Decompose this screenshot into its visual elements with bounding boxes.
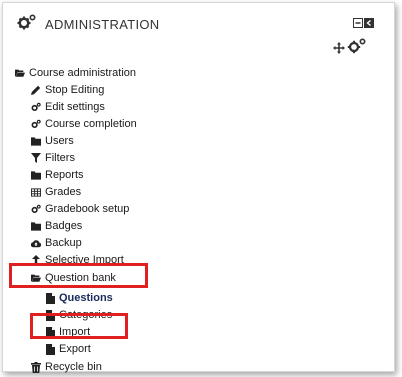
tree-item-course-completion[interactable]: Course completion — [31, 116, 137, 132]
pencil-icon — [31, 85, 41, 95]
tree-item-label: Badges — [45, 220, 83, 232]
tree-item-export[interactable]: Export — [45, 341, 91, 357]
file-icon — [45, 292, 55, 304]
settings-gears-icon[interactable] — [347, 37, 367, 60]
tree-item-label: Course administration — [29, 67, 136, 79]
tree-item-grades[interactable]: Grades — [31, 184, 81, 200]
tree-item-label: Users — [45, 135, 74, 147]
cloud-upload-icon — [31, 238, 41, 248]
folder-icon — [31, 136, 41, 146]
tree-item-course-administration[interactable]: Course administration — [15, 65, 136, 81]
folder-icon — [31, 170, 41, 180]
tree-item-edit-settings[interactable]: Edit settings — [31, 99, 105, 115]
tree-item-backup[interactable]: Backup — [31, 235, 82, 251]
gears-icon — [31, 119, 41, 129]
tree-item-gradebook-setup[interactable]: Gradebook setup — [31, 201, 129, 217]
highlight-question-bank — [9, 263, 148, 288]
tree-item-label: Course completion — [45, 118, 137, 130]
tree-item-label: Grades — [45, 186, 82, 198]
tree-item-questions[interactable]: Questions — [45, 290, 113, 306]
tree-item-stop-editing[interactable]: Stop Editing — [31, 82, 104, 98]
folder-open-icon — [15, 68, 25, 78]
table-icon — [31, 187, 41, 197]
dock-icon[interactable] — [353, 17, 375, 35]
tree-item-filters[interactable]: Filters — [31, 150, 75, 166]
tree-item-label: Export — [59, 343, 91, 355]
tree-item-label: Questions — [59, 292, 113, 304]
tree-item-reports[interactable]: Reports — [31, 167, 84, 183]
tree-item-recycle-bin[interactable]: Recycle bin — [31, 359, 102, 375]
tree-item-label: Reports — [45, 169, 84, 181]
tree-item-label: Stop Editing — [45, 84, 105, 96]
block-title: ADMINISTRATION — [45, 16, 160, 32]
folder-icon — [31, 221, 41, 231]
tree-item-badges[interactable]: Badges — [31, 218, 82, 234]
file-icon — [45, 343, 55, 355]
gears-icon — [31, 102, 41, 112]
move-icon[interactable] — [333, 41, 345, 59]
highlight-import — [30, 313, 128, 339]
trash-icon — [31, 361, 41, 373]
tree-item-label: Edit settings — [45, 101, 105, 113]
block-header: ADMINISTRATION — [17, 13, 159, 35]
tree-item-label: Filters — [45, 152, 75, 164]
tree-item-label: Backup — [45, 237, 82, 249]
tree-item-users[interactable]: Users — [31, 133, 74, 149]
filter-icon — [31, 153, 41, 163]
gears-icon — [17, 13, 37, 36]
tree-item-label: Gradebook setup — [45, 203, 130, 215]
gears-icon — [31, 204, 41, 214]
tree-item-label: Recycle bin — [45, 361, 102, 373]
